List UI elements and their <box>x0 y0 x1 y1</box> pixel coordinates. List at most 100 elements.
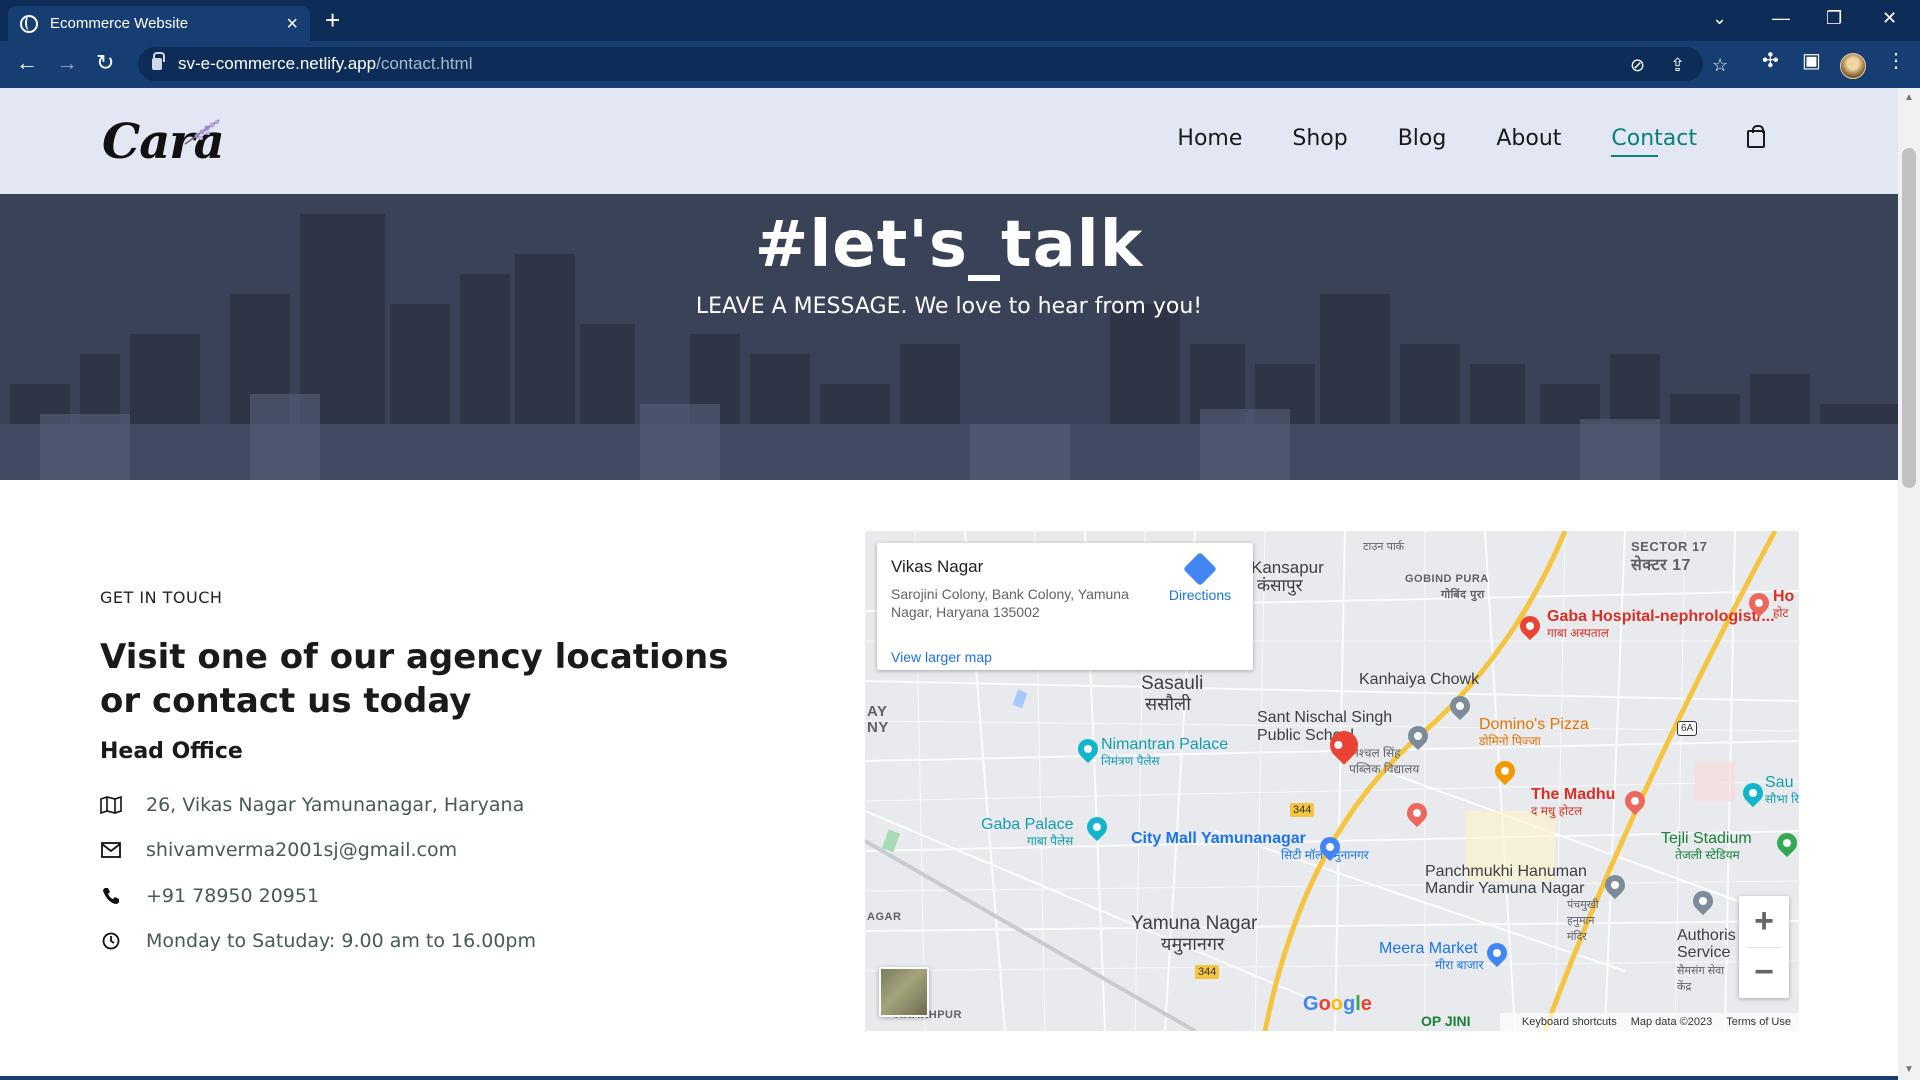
hero-banner: #let's_talk LEAVE A MESSAGE. We love to … <box>0 194 1898 480</box>
nav-about[interactable]: About <box>1496 126 1561 151</box>
nav-blog[interactable]: Blog <box>1398 126 1447 151</box>
nav-contact[interactable]: Contact <box>1611 126 1697 157</box>
envelope-icon <box>100 839 122 861</box>
window-close-icon[interactable]: ✕ <box>1882 8 1897 29</box>
eye-off-icon[interactable]: ⊘ <box>1630 55 1645 76</box>
map-label-kanhaiya-chowk: Kanhaiya Chowk <box>1359 671 1480 688</box>
map-label-yamuna-nagar: Yamuna Nagar <box>1131 913 1258 934</box>
reload-icon[interactable]: ↻ <box>96 51 114 75</box>
map-label-gaba-palace[interactable]: Gaba Palace गाबा पैलेस <box>981 817 1074 849</box>
map-label-tejli[interactable]: Tejli Stadium तेजली स्टेडियम <box>1661 831 1752 863</box>
map-label-sector17-hi: सेक्टर 17 <box>1631 557 1691 574</box>
zoom-separator <box>1747 947 1781 948</box>
get-in-touch-label: GET IN TOUCH <box>100 588 223 607</box>
map-label-ny: NY <box>867 719 889 736</box>
profile-avatar[interactable] <box>1840 53 1866 79</box>
road-shield-344: 344 <box>1290 803 1315 817</box>
map-label-yamuna-nagar-hi: यमुनानगर <box>1161 934 1225 954</box>
nav-shop[interactable]: Shop <box>1292 126 1347 151</box>
main-nav: Home Shop Blog About Contact <box>1127 124 1765 157</box>
satellite-toggle[interactable] <box>879 967 929 1017</box>
sidebar-icon[interactable]: ▣ <box>1802 48 1821 73</box>
restore-icon[interactable]: ❐ <box>1826 8 1842 29</box>
directions-icon <box>1183 552 1217 586</box>
map-label-gaba-hospital[interactable]: Gaba Hospital-nephrologist/... गाबा अस्पत… <box>1547 609 1775 641</box>
bottom-divider <box>0 1076 1898 1080</box>
map-label-agar: AGAR <box>867 911 902 923</box>
scroll-down-icon[interactable]: ▼ <box>1904 1064 1914 1075</box>
map-info-card: Vikas Nagar Sarojini Colony, Bank Colony… <box>877 543 1253 670</box>
map-label-sau[interactable]: Sauसौभा रिसॉर्ट <box>1765 775 1799 807</box>
tab-search-chevron-icon[interactable]: ⌄ <box>1712 8 1727 29</box>
minimize-icon[interactable]: — <box>1772 8 1790 29</box>
page-viewport: Cara Home Shop Blog About Contact #let's… <box>0 88 1898 1080</box>
contact-details: GET IN TOUCH Visit one of our agency loc… <box>100 588 750 964</box>
list-item: +91 78950 20951 <box>100 873 750 919</box>
map-label-sasauli: Sasauli <box>1141 673 1204 694</box>
google-logo: Google <box>1303 993 1372 1015</box>
zoom-control: + − <box>1739 896 1789 998</box>
hero-title: #let's_talk <box>754 208 1144 282</box>
map-label-nimantran[interactable]: Nimantran Palace निमंत्रण पैलेस <box>1101 737 1228 769</box>
share-icon[interactable]: ⇪ <box>1670 55 1685 76</box>
list-item: 26, Vikas Nagar Yamunanagar, Haryana <box>100 782 750 828</box>
terms-link[interactable]: Terms of Use <box>1726 1016 1791 1028</box>
browser-toolbar: ← → ↻ sv-e-commerce.netlify.app/contact.… <box>0 41 1920 88</box>
star-icon[interactable]: ☆ <box>1712 55 1728 76</box>
head-office-title: Head Office <box>100 739 243 764</box>
menu-dots-icon[interactable]: ⋮ <box>1886 48 1906 73</box>
site-header: Cara Home Shop Blog About Contact <box>0 88 1898 194</box>
tab-title: Ecommerce Website <box>50 15 189 32</box>
road-shield-6a: 6A <box>1677 721 1698 736</box>
scroll-up-icon[interactable]: ▲ <box>1904 92 1914 103</box>
map-label-gobind-pura-hi: गोबिंद पुरा <box>1441 589 1485 601</box>
road-shield-344-b: 344 <box>1195 965 1220 979</box>
back-icon[interactable]: ← <box>16 51 38 75</box>
map-label-the-madhu[interactable]: The Madhu द मधु होटल <box>1531 787 1615 819</box>
directions-button[interactable]: Directions <box>1160 552 1240 603</box>
tab-close-icon[interactable]: × <box>286 14 298 34</box>
url-path: /contact.html <box>376 54 473 73</box>
scrollbar-thumb[interactable] <box>1902 148 1916 488</box>
extensions-icon[interactable]: ✣ <box>1762 48 1779 73</box>
map-label-dominos[interactable]: Domino's Pizza डोमिनो पिज्जा <box>1479 717 1589 749</box>
map-icon <box>100 794 122 816</box>
directions-label: Directions <box>1168 587 1232 603</box>
browser-tab[interactable]: Ecommerce Website × <box>8 6 310 41</box>
new-tab-button[interactable]: + <box>325 7 340 33</box>
map-label-panchmukhi-hi: पंचमुखी हनुमान मंदिर <box>1567 899 1599 943</box>
map-label-town-park: टाउन पार्क <box>1363 541 1405 553</box>
lavender-sprig-icon <box>184 119 220 145</box>
list-item: shivamverma2001sj@gmail.com <box>100 828 750 874</box>
map-label-kansapur: Kansapur <box>1251 558 1324 577</box>
nav-home[interactable]: Home <box>1177 126 1242 151</box>
phone-icon <box>100 885 122 907</box>
map-footer: Keyboard shortcuts Map data ©2023 Terms … <box>1499 1013 1799 1031</box>
map-label-meera-market[interactable]: Meera Market मीरा बाजार <box>1379 941 1484 973</box>
hours-text: Monday to Satuday: 9.00 am to 16.00pm <box>146 930 536 953</box>
clock-icon <box>100 930 122 952</box>
google-map[interactable]: SECTOR 17 सेक्टर 17 Kansapur कंसापुर GOB… <box>865 531 1799 1031</box>
phone-text: +91 78950 20951 <box>146 884 320 907</box>
map-label-authoris-hi: सैमसंग सेवा केंद्र <box>1677 965 1725 993</box>
zoom-in-button[interactable]: + <box>1739 896 1789 947</box>
keyboard-shortcuts-link[interactable]: Keyboard shortcuts <box>1522 1016 1617 1028</box>
url-domain: sv-e-commerce.netlify.app <box>178 54 377 73</box>
page-scrollbar[interactable]: ▲ ▼ <box>1898 88 1920 1080</box>
address-text: 26, Vikas Nagar Yamunanagar, Haryana <box>146 793 525 816</box>
shopping-bag-icon[interactable] <box>1747 124 1765 148</box>
map-label-kansapur-hi: कंसापुर <box>1257 576 1303 595</box>
browser-tabstrip: Ecommerce Website × + ⌄ — ❐ ✕ <box>0 0 1920 41</box>
view-larger-map-link[interactable]: View larger map <box>891 649 992 665</box>
map-data-text: Map data ©2023 <box>1630 1016 1713 1028</box>
contact-heading: Visit one of our agency locations or con… <box>100 637 729 721</box>
map-label-op-jin: OP JINI <box>1421 1013 1471 1029</box>
address-bar[interactable]: sv-e-commerce.netlify.app/contact.html <box>138 47 1703 81</box>
map-label-sector17: SECTOR 17 <box>1631 539 1708 554</box>
forward-icon[interactable]: → <box>56 51 78 75</box>
map-label-sasauli-hi: ससौली <box>1145 694 1191 714</box>
map-label-ho[interactable]: Ho होट <box>1773 589 1794 621</box>
zoom-out-button[interactable]: − <box>1739 947 1789 998</box>
list-item: Monday to Satuday: 9.00 am to 16.00pm <box>100 919 750 965</box>
map-label-authoris: Authoris Service <box>1677 927 1736 961</box>
